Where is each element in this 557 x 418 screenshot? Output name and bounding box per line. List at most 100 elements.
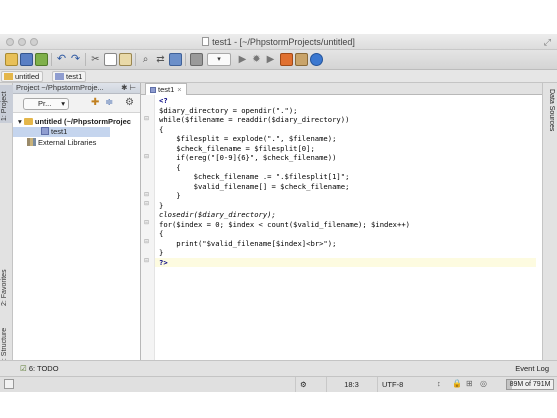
sync-icon[interactable] — [35, 53, 48, 66]
tool-tab-label: Data Sources — [548, 89, 555, 132]
code-text: closedir($diary_directory); — [159, 210, 276, 219]
fold-marker-icon[interactable]: ⊟ — [144, 191, 149, 198]
tool-tab-label: 7: Structure — [1, 327, 8, 364]
fold-marker-icon[interactable]: ⊟ — [144, 238, 149, 245]
event-log-button[interactable]: Event Log — [515, 364, 549, 373]
toolbar-separator — [135, 53, 136, 66]
status-bar: ⚙ 18:3 UTF-8 ↕ 🔒 ⊞ ◎ 89M of 791M — [0, 376, 557, 392]
undo-icon[interactable]: ↶ — [55, 53, 68, 66]
memory-label: 89M of 791M — [509, 381, 551, 388]
code-text: } — [159, 200, 164, 210]
php-file-icon — [41, 127, 49, 135]
current-code-line: ?> — [155, 257, 536, 267]
notifications-icon[interactable]: ⚙ — [295, 377, 325, 392]
ide-window: test1 - [~/PhpstormProjects/untitled] ⤢ … — [0, 34, 557, 392]
fold-marker-icon[interactable]: ⊟ — [144, 200, 149, 207]
caret-position[interactable]: 18:3 — [326, 377, 376, 392]
fold-marker-icon[interactable]: ⊟ — [144, 257, 149, 264]
code-text: { — [159, 229, 164, 238]
right-tool-strip: Data Sources — [542, 83, 557, 360]
breadcrumb-file[interactable]: test1 — [52, 71, 87, 82]
event-icon[interactable]: ◎ — [480, 379, 487, 388]
code-line: $valid_filename[] = $check_filename; — [159, 181, 350, 192]
navigation-bar: untitled test1 — [0, 70, 557, 83]
fullscreen-icon[interactable]: ⤢ — [544, 37, 551, 48]
tree-item-test1[interactable]: test1 — [13, 127, 110, 137]
fold-marker-icon[interactable]: ⊟ — [144, 115, 149, 122]
tools-icon[interactable] — [280, 53, 293, 66]
cut-icon[interactable]: ✂ — [89, 53, 102, 66]
code-text: for($index = 0; $index < count($valid_fi… — [159, 219, 410, 229]
settings-icon[interactable] — [295, 53, 308, 66]
breadcrumb-project[interactable]: untitled — [1, 71, 44, 82]
close-tab-icon[interactable]: × — [177, 85, 181, 94]
tool-tab-data-sources[interactable]: Data Sources — [548, 89, 555, 131]
project-view-label: Pr... — [38, 99, 52, 108]
scroll-from-source-icon[interactable]: ✚ — [91, 97, 99, 108]
memory-indicator[interactable]: 89M of 791M — [506, 379, 554, 390]
open-folder-icon[interactable] — [5, 53, 18, 66]
tool-tab-label: 2: Favorites — [1, 269, 8, 306]
folder-icon — [23, 118, 33, 125]
code-line: } — [159, 201, 163, 211]
inspector-icon[interactable]: ⊞ — [466, 379, 473, 388]
save-icon[interactable] — [20, 53, 33, 66]
lock-icon[interactable]: 🔒 — [452, 379, 462, 388]
tool-tab-structure[interactable]: 7: Structure — [0, 319, 13, 365]
code-text: } — [159, 191, 181, 200]
tree-item-label: External Libraries — [38, 138, 97, 147]
code-line: while($filename = readdir($diary_directo… — [159, 115, 349, 125]
php-file-icon — [150, 87, 156, 93]
fold-marker-icon[interactable]: ⊟ — [144, 219, 149, 226]
php-file-icon — [55, 73, 64, 80]
collapse-all-icon[interactable]: ≑ — [105, 97, 113, 108]
code-line: $diary_directory = opendir("."); — [159, 106, 297, 116]
editor-tab-test1[interactable]: test1 × — [145, 83, 187, 95]
tree-item-external-libraries[interactable]: External Libraries — [27, 138, 96, 148]
tree-item-project-root[interactable]: ▾ untitled (~/PhpstormProjec — [18, 117, 131, 127]
replace-icon[interactable]: ⇄ — [154, 53, 167, 66]
title-bar: test1 - [~/PhpstormProjects/untitled] ⤢ — [0, 34, 557, 50]
tree-item-label: untitled (~/PhpstormProjec — [34, 117, 131, 126]
coverage-icon[interactable]: ▶ — [264, 53, 277, 66]
fold-marker-icon[interactable]: ⊟ — [144, 153, 149, 160]
toolbar-separator — [85, 53, 86, 66]
paste-icon[interactable] — [119, 53, 132, 66]
find-icon[interactable]: ⌕ — [139, 53, 152, 66]
code-text: <? — [159, 96, 168, 105]
settings-gear-icon[interactable]: ⚙ — [125, 97, 134, 108]
window-title-container: test1 - [~/PhpstormProjects/untitled] — [0, 37, 557, 47]
editor-tab-bar: test1 × — [141, 83, 542, 95]
file-encoding[interactable]: UTF-8 — [377, 377, 437, 392]
copy-icon[interactable] — [104, 53, 117, 66]
code-text: $valid_filename[] = $check_filename; — [159, 181, 350, 191]
project-view-select[interactable]: Pr... ▾ — [23, 98, 69, 110]
tool-tab-todo[interactable]: ☑ 6: TODO — [20, 364, 59, 373]
code-text: $filesplit = explode(".", $filename); — [159, 134, 337, 143]
code-line: if(ereg("[0-9]{6}", $check_filename)) — [159, 153, 336, 163]
gear-icon[interactable]: ✱ ⊢ — [121, 83, 136, 93]
toolbar-separator — [185, 53, 186, 66]
debug-icon[interactable]: ✹ — [250, 53, 263, 66]
breadcrumb-label: untitled — [15, 72, 40, 81]
help-icon[interactable] — [310, 53, 323, 66]
code-text: $check_filename .= ".$filesplit[1]"; — [159, 172, 350, 181]
code-text: } — [159, 248, 164, 257]
run-icon[interactable]: ▶ — [236, 53, 249, 66]
tool-tab-label: 1: Project — [1, 91, 8, 121]
build-icon[interactable] — [190, 53, 203, 66]
back-icon[interactable] — [169, 53, 182, 66]
code-line: closedir($diary_directory); — [159, 210, 276, 220]
tool-tab-project[interactable]: 1: Project — [0, 85, 13, 123]
todo-icon: ☑ — [20, 364, 27, 373]
window-title: test1 - [~/PhpstormProjects/untitled] — [212, 37, 355, 47]
redo-icon[interactable]: ↷ — [69, 53, 82, 66]
project-panel-title: Project ~/PhpstormProje... — [16, 83, 104, 92]
code-line: <? — [159, 96, 168, 106]
run-configuration-select[interactable]: ▾ — [207, 53, 231, 66]
editor-gutter[interactable]: ⊟ ⊟ ⊟ ⊟ ⊟ ⊟ ⊟ — [141, 95, 155, 360]
toggle-tool-windows-icon[interactable] — [4, 379, 14, 389]
left-tool-strip: 1: Project 2: Favorites 7: Structure — [0, 83, 13, 364]
tool-tab-favorites[interactable]: 2: Favorites — [0, 261, 13, 307]
code-line: print("$valid_filename[$index]<br>"); — [159, 239, 336, 249]
